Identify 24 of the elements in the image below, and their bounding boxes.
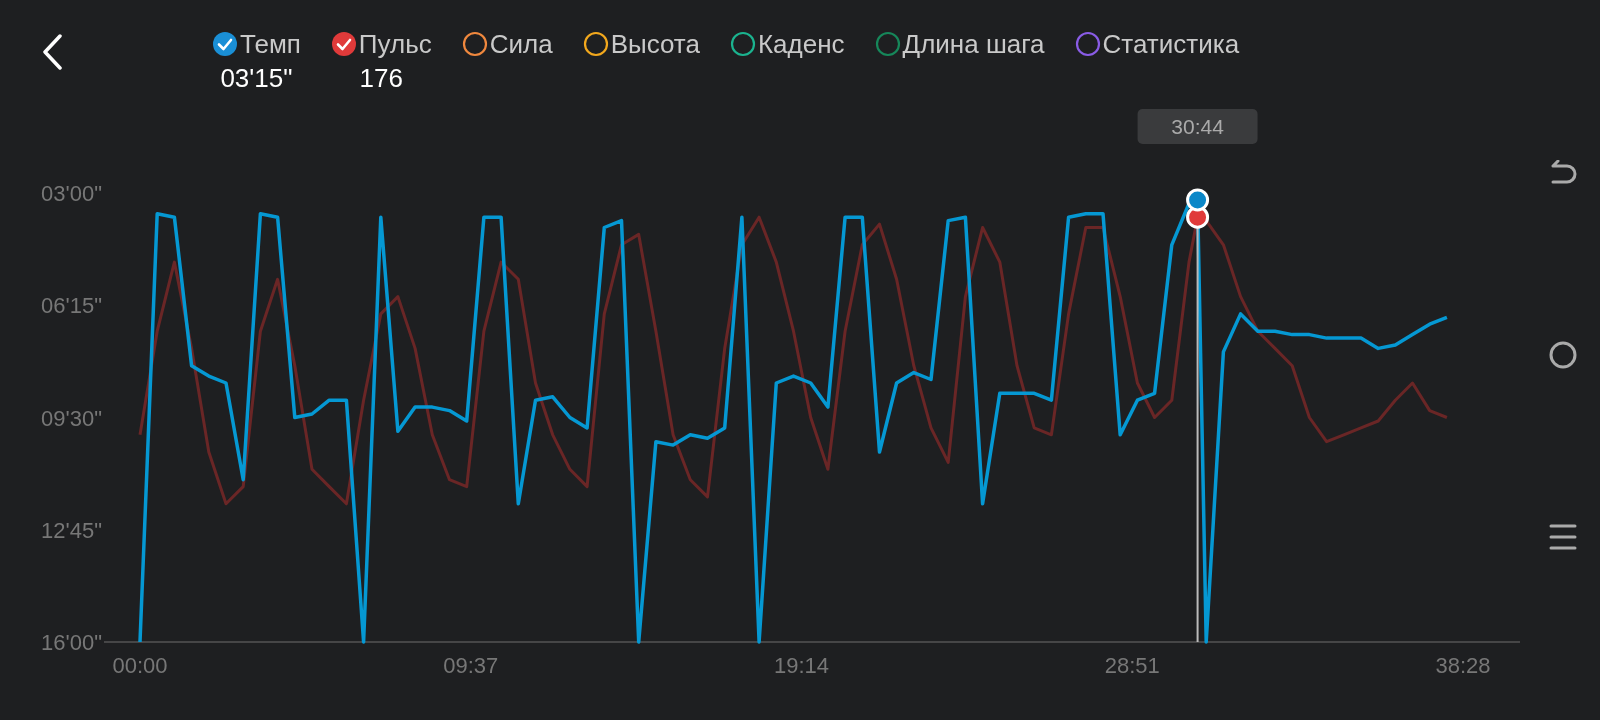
time-tooltip: 30:44 bbox=[1137, 109, 1258, 144]
reading-value: 176 bbox=[359, 62, 403, 94]
y-axis-label: 06'15" bbox=[41, 293, 102, 319]
legend-toggle[interactable]: Каденс bbox=[729, 30, 845, 59]
y-axis-label: 09'30" bbox=[41, 405, 102, 431]
legend-toggle[interactable]: Статистика bbox=[1074, 30, 1240, 59]
x-axis-label: 19:14 bbox=[773, 653, 830, 678]
home-nav-icon[interactable] bbox=[1548, 341, 1577, 369]
cursor-point bbox=[1186, 188, 1210, 212]
legend-toggle[interactable]: Длина шага bbox=[874, 30, 1045, 59]
legend-toggle[interactable]: Пульс bbox=[330, 30, 432, 59]
legend-toggle[interactable]: Темп bbox=[212, 30, 301, 59]
y-axis-label: 03'00" bbox=[41, 181, 102, 206]
legend-toggle[interactable]: Сила bbox=[461, 30, 553, 59]
legend-toggle[interactable]: Высота bbox=[582, 30, 700, 59]
y-axis-label: 16'00" bbox=[41, 630, 102, 655]
chevron-left-icon bbox=[42, 34, 62, 70]
x-axis-label: 28:51 bbox=[1104, 653, 1160, 678]
x-axis-label: 38:28 bbox=[1435, 653, 1491, 678]
menu-icon[interactable] bbox=[1548, 524, 1577, 550]
x-axis-label: 09:37 bbox=[443, 653, 499, 678]
x-axis-label: 00:00 bbox=[112, 653, 168, 678]
reading-value: 03'15" bbox=[220, 62, 293, 94]
y-axis-label: 12'45" bbox=[41, 517, 102, 543]
